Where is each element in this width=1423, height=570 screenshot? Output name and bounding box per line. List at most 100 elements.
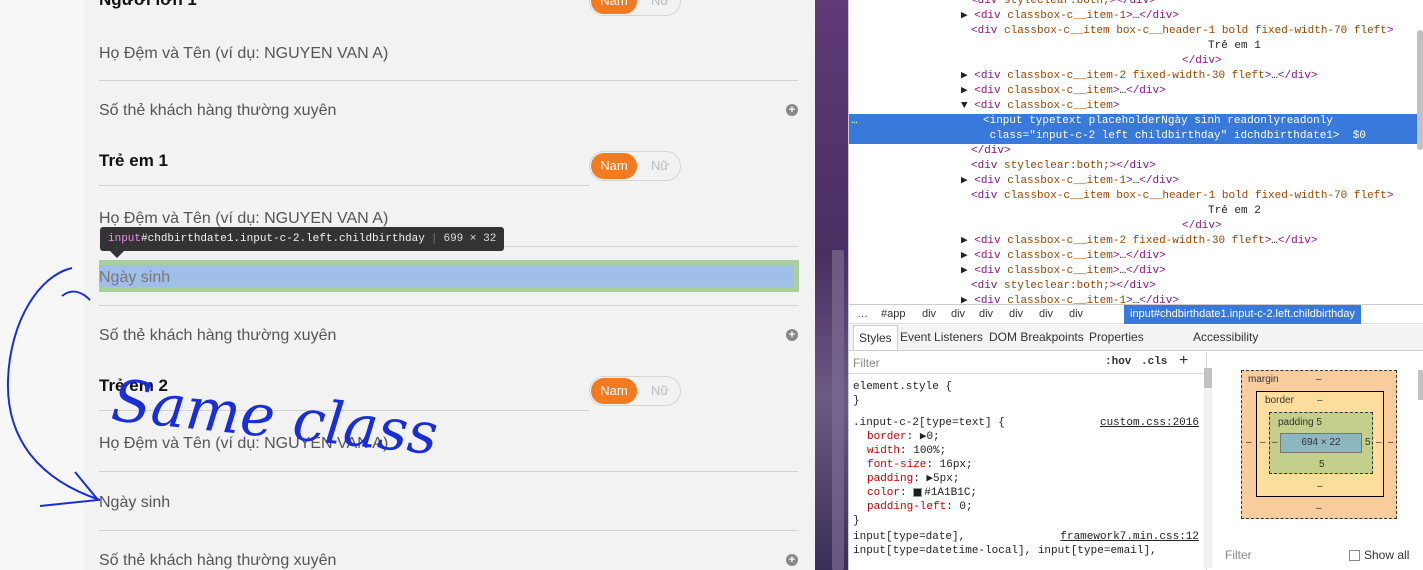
breadcrumb-item[interactable]: div <box>951 305 965 324</box>
style-property[interactable]: border: ▶0; <box>853 430 1199 444</box>
expand-triangle-icon[interactable]: ▶ <box>961 175 974 187</box>
adult-1-name-input[interactable]: Họ Đệm và Tên (ví dụ: NGUYEN VAN A) <box>99 45 388 63</box>
child-1-loyalty-add-icon[interactable]: + <box>786 329 798 341</box>
gender-female-option[interactable]: Nữ <box>640 153 680 179</box>
child-2-birthdate-input[interactable]: Ngày sinh <box>99 494 170 512</box>
dom-node-row[interactable]: <div styleclear:both;></div> <box>849 0 1417 9</box>
dom-node-row[interactable]: ▶ <div classbox-c__item-2 fixed-width-30… <box>849 69 1417 84</box>
dom-node-row[interactable]: ▶ <div classbox-c__item-1>…</div> <box>849 174 1417 189</box>
rule-close-brace[interactable]: } <box>853 514 1199 528</box>
child-2-name-input[interactable]: Họ Đệm và Tên (ví dụ: NGUYEN VAN A) <box>99 435 388 453</box>
rule-source-link[interactable]: custom.css:2016 <box>1100 416 1199 430</box>
dom-node-row[interactable]: ▶ <div classbox-c__item-1>…</div> <box>849 9 1417 24</box>
expand-triangle-icon[interactable]: ▶ <box>961 295 974 304</box>
checkbox-icon[interactable] <box>1349 550 1360 562</box>
expand-triangle-icon[interactable]: ▶ <box>961 70 974 82</box>
breadcrumb-item[interactable]: #app <box>881 305 905 324</box>
rule-selector[interactable]: input[type=date], framework7.min.css:12 <box>853 530 1199 544</box>
dom-node-row[interactable]: <div styleclear:both;></div> <box>849 159 1417 174</box>
dom-node-row[interactable]: Trẻ em 1 <box>849 39 1417 54</box>
breadcrumb-item[interactable]: div <box>922 305 936 324</box>
rule-selector[interactable]: .input-c-2[type=text] {custom.css:2016 <box>853 416 1199 430</box>
breadcrumb-item-selected[interactable]: input#chdbirthdate1.input-c-2.left.child… <box>1124 305 1362 324</box>
expand-triangle-icon[interactable]: ▶ <box>961 250 974 262</box>
box-model-padding[interactable]: padding 5 5 – 5 694 × 22 <box>1269 412 1373 474</box>
adult-1-loyalty-label[interactable]: Số thẻ khách hàng thường xuyên <box>99 102 336 120</box>
expand-triangle-icon[interactable]: ▶ <box>961 10 974 22</box>
styles-filter-input[interactable]: Filter <box>853 356 880 370</box>
tab-event-listeners[interactable]: Event Listeners <box>900 325 983 350</box>
breadcrumb-item[interactable]: div <box>1009 305 1023 324</box>
child-2-loyalty-label[interactable]: Số thẻ khách hàng thường xuyên <box>99 552 336 570</box>
gender-female-option[interactable]: Nữ <box>640 378 680 404</box>
gender-male-option[interactable]: Nam <box>591 153 637 179</box>
rule-selector[interactable]: input[type=datetime-local], input[type=e… <box>853 544 1199 558</box>
child-2-loyalty-add-icon[interactable]: + <box>786 554 798 566</box>
page-scrollbar[interactable] <box>832 250 844 570</box>
child-1-name-input[interactable]: Họ Đệm và Tên (ví dụ: NGUYEN VAN A) <box>99 210 388 228</box>
margin-right-value: – <box>1388 437 1394 448</box>
rule-close-brace[interactable]: } <box>853 394 1199 408</box>
gender-male-option[interactable]: Nam <box>591 0 637 14</box>
rule-source-link[interactable]: framework7.min.css:12 <box>1060 530 1199 544</box>
dom-node-row[interactable]: ▶ <div classbox-c__item>…</div> <box>849 249 1417 264</box>
element-style-rule[interactable]: element.style { <box>853 380 1199 394</box>
show-all-checkbox[interactable]: Show all <box>1349 548 1409 562</box>
breadcrumb-item[interactable]: … <box>857 305 868 324</box>
tab-styles[interactable]: Styles <box>853 325 898 350</box>
hov-toggle[interactable]: :hov <box>1105 356 1131 368</box>
box-model-content[interactable]: 694 × 22 <box>1280 433 1362 453</box>
dom-node-row[interactable]: … <input typetext placeholderNgày sinh re… <box>849 114 1417 129</box>
node-actions-icon[interactable]: … <box>851 114 858 129</box>
dom-node-row[interactable]: </div> <box>849 144 1417 159</box>
dom-node-row[interactable]: <div classbox-c__item box-c__header-1 bo… <box>849 24 1417 39</box>
gender-male-option[interactable]: Nam <box>591 378 637 404</box>
dom-node-row[interactable]: ▶ <div classbox-c__item>…</div> <box>849 264 1417 279</box>
adult-1-loyalty-add-icon[interactable]: + <box>786 104 798 116</box>
expand-triangle-icon[interactable]: ▼ <box>961 100 974 112</box>
child-2-gender-toggle[interactable]: Nam Nữ <box>589 376 681 406</box>
style-property[interactable]: padding-left: 0; <box>853 500 1199 514</box>
expand-triangle-icon[interactable]: ▶ <box>961 85 974 97</box>
style-property[interactable]: color: #1A1B1C; <box>853 486 1199 500</box>
dom-node-row[interactable]: ▶ <div classbox-c__item-2 fixed-width-30… <box>849 234 1417 249</box>
computed-scrollbar[interactable] <box>1418 370 1423 400</box>
elements-scrollbar[interactable] <box>1417 30 1423 150</box>
tab-dom-breakpoints[interactable]: DOM Breakpoints <box>989 325 1084 350</box>
breadcrumb-item[interactable]: div <box>979 305 993 324</box>
child-1-gender-toggle[interactable]: Nam Nữ <box>589 151 681 181</box>
child-1-birthdate-input[interactable]: Ngày sinh <box>99 269 170 287</box>
box-model-margin[interactable]: margin – – – – border – – – – padding 5 … <box>1241 370 1397 519</box>
child-1-loyalty-label[interactable]: Số thẻ khách hàng thường xuyên <box>99 327 336 345</box>
dom-node-row[interactable]: <div classbox-c__item box-c__header-1 bo… <box>849 189 1417 204</box>
dom-node-row[interactable]: ▶ <div classbox-c__item>…</div> <box>849 84 1417 99</box>
dom-node-row[interactable]: ▶ <div classbox-c__item-1>…</div> <box>849 294 1417 304</box>
tab-properties[interactable]: Properties <box>1089 325 1144 350</box>
adult-1-gender-toggle[interactable]: Nam Nữ <box>589 0 681 16</box>
dom-node-row[interactable]: <div styleclear:both;></div> <box>849 279 1417 294</box>
padding-right-value: 5 <box>1365 437 1371 448</box>
style-property[interactable]: padding: ▶5px; <box>853 472 1199 486</box>
color-swatch-icon[interactable] <box>913 487 923 497</box>
tab-accessibility[interactable]: Accessibility <box>1193 325 1258 350</box>
dom-node-row[interactable]: </div> <box>849 219 1417 234</box>
dom-node-row[interactable]: Trẻ em 2 <box>849 204 1417 219</box>
gender-female-option[interactable]: Nữ <box>640 0 680 14</box>
dom-node-row[interactable]: ▼ <div classbox-c__item> <box>849 99 1417 114</box>
breadcrumb-item[interactable]: div <box>1069 305 1083 324</box>
style-property[interactable]: font-size: 16px; <box>853 458 1199 472</box>
computed-filter-input[interactable]: Filter <box>1225 548 1252 562</box>
expand-triangle-icon[interactable]: ▶ <box>961 265 974 277</box>
styles-scrollbar-track[interactable] <box>1204 368 1212 568</box>
breadcrumb-item[interactable]: div <box>1039 305 1053 324</box>
expand-triangle-icon[interactable]: ▶ <box>961 235 974 247</box>
margin-top-value: – <box>1316 374 1322 385</box>
cls-toggle[interactable]: .cls <box>1141 356 1167 368</box>
new-style-rule-button[interactable]: + <box>1179 352 1188 370</box>
styles-scrollbar-thumb[interactable] <box>1204 368 1212 388</box>
box-model-border[interactable]: border – – – – padding 5 5 – 5 694 × 22 <box>1256 391 1384 497</box>
elements-tree[interactable]: <div styleclear:both;></div> ▶ <div class… <box>849 0 1423 304</box>
dom-node-row[interactable]: class="input-c-2 left childbirthday" idc… <box>849 129 1417 144</box>
dom-node-row[interactable]: </div> <box>849 54 1417 69</box>
style-property[interactable]: width: 100%; <box>853 444 1199 458</box>
